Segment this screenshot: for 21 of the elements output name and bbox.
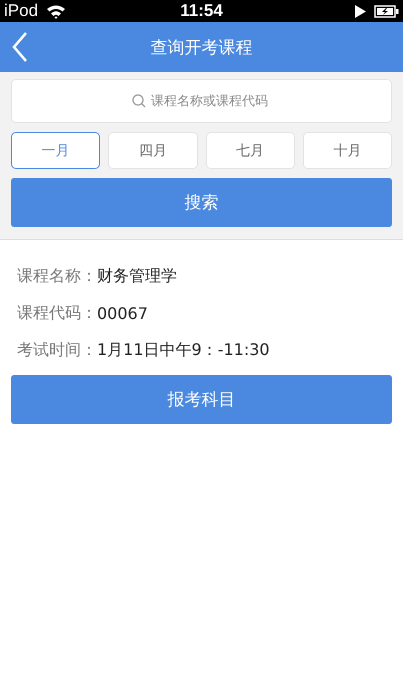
play-icon: [354, 4, 366, 18]
month-tab[interactable]: 四月: [108, 132, 198, 169]
field-label: 课程代码：: [17, 303, 97, 324]
field-value: 财务管理学: [97, 266, 177, 287]
field-value: 1月11日中午9：-11:30: [97, 340, 270, 361]
month-tab[interactable]: 七月: [206, 132, 295, 169]
back-icon[interactable]: [12, 32, 28, 62]
register-button[interactable]: 报考科目: [11, 375, 392, 424]
month-tab[interactable]: 一月: [11, 132, 100, 169]
field-label: 考试时间：: [17, 340, 97, 361]
month-tab[interactable]: 十月: [302, 132, 392, 169]
wifi-icon: [46, 4, 66, 18]
nav-title: 查询开考课程: [150, 36, 252, 58]
search-icon: [132, 94, 146, 108]
status-time: 11:54: [180, 1, 223, 21]
carrier-label: iPod: [4, 1, 38, 21]
field-value: 00067: [97, 304, 148, 323]
search-button[interactable]: 搜索: [11, 178, 392, 227]
field-label: 课程名称：: [17, 266, 97, 287]
battery-icon: [374, 4, 399, 18]
search-field[interactable]: 课程名称或课程代码: [11, 79, 392, 123]
